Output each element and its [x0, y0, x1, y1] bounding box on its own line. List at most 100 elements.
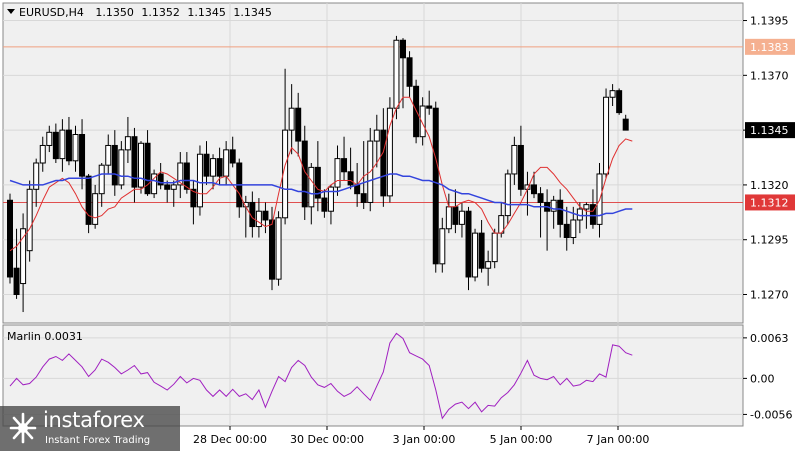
candle-body [288, 107, 295, 131]
candle-body [275, 217, 282, 280]
brand-tagline: Instant Forex Trading [45, 435, 151, 446]
candle [7, 193, 13, 284]
osc-y-tick-label: 0.00 [750, 372, 775, 385]
candle-body [105, 144, 112, 166]
candle [472, 228, 479, 282]
candle-body [223, 149, 230, 177]
candle-body [164, 184, 171, 190]
candle-body [452, 206, 459, 225]
y-tick-label: 1.1320 [750, 179, 789, 192]
candle-body [46, 131, 53, 146]
candle-body [406, 57, 413, 87]
candle-body [511, 144, 518, 175]
x-tick-label: 5 Jan 00:00 [490, 433, 553, 446]
candle-body [98, 164, 105, 195]
x-tick-label: 28 Dec 00:00 [193, 433, 267, 446]
candle-body [308, 166, 315, 208]
candle [432, 101, 439, 273]
svg-text:EURUSD,H4 1.1350 1: EURUSD,H4 1.1350 1.1352 1.1345 1.1345 [19, 6, 272, 19]
candle-body [118, 149, 125, 186]
candle-body [216, 158, 223, 177]
candle [138, 141, 144, 194]
candle-body [72, 134, 79, 162]
candle-body [321, 197, 328, 212]
instaforex-logo-icon [9, 412, 37, 444]
candle-body [439, 228, 446, 265]
candle-body [465, 210, 472, 278]
candle-body [52, 131, 59, 160]
candle-body [432, 107, 439, 265]
candle-body [557, 199, 564, 225]
candle-body [426, 105, 433, 109]
candle-body [124, 136, 131, 151]
candle-body [537, 193, 544, 203]
candle-body [458, 210, 465, 225]
candle-body [13, 267, 20, 296]
candle-body [229, 149, 236, 164]
osc-y-tick-label: -0.0056 [750, 408, 792, 421]
candle-body [203, 153, 210, 177]
candle-body [327, 186, 334, 212]
y-tick-label: 1.1370 [750, 69, 789, 82]
candle-body [622, 118, 629, 131]
candle-body [26, 188, 33, 252]
osc-y-tick-label: 0.0063 [750, 332, 789, 345]
candle-body [491, 232, 498, 263]
candle [386, 97, 393, 203]
symbol-label: EURUSD,H4 [19, 6, 84, 19]
candle-body [295, 107, 302, 142]
candle [603, 88, 610, 179]
candle-body [445, 206, 452, 230]
candle-body [111, 144, 118, 186]
candle-body [393, 39, 400, 109]
candle [275, 211, 282, 286]
candle [26, 180, 33, 262]
candle-body [65, 129, 72, 162]
candle-body [334, 158, 341, 188]
candle-body [79, 134, 86, 177]
open-value: 1.1350 [95, 6, 134, 19]
resistance-price-tag: 1.1383 [750, 41, 789, 54]
y-tick-label: 1.1395 [750, 15, 789, 28]
chart-canvas: 1.1395 1.1370 1.1345 1.1320 1.1295 1.1270 0.00… [2, 2, 795, 446]
candle-body [262, 210, 269, 221]
candle-body [373, 129, 380, 142]
candle-body [380, 129, 387, 197]
candle-body [504, 173, 511, 217]
candle [393, 35, 400, 120]
candle-body [138, 142, 144, 188]
high-value: 1.1352 [141, 6, 180, 19]
candle-body [131, 136, 138, 188]
x-tick-label: 7 Jan 00:00 [587, 433, 650, 446]
candle-body [92, 193, 99, 225]
low-value: 1.1345 [187, 6, 226, 19]
candle-body [400, 39, 406, 59]
candle-body [59, 129, 66, 160]
candle [196, 145, 203, 216]
current-price-tag: 1.1345 [750, 124, 789, 137]
candle-body [609, 90, 616, 98]
candle-body [517, 144, 524, 190]
brand-name: instaforex [43, 408, 145, 432]
candle-body [616, 90, 623, 114]
close-value: 1.1345 [233, 6, 272, 19]
candle-body [531, 184, 537, 195]
candle-body [269, 219, 275, 280]
candle-body [255, 210, 262, 228]
candle-body [563, 223, 570, 239]
candle-body [583, 204, 590, 210]
x-tick-label: 30 Dec 00:00 [290, 433, 364, 446]
candle-body [196, 153, 203, 208]
candle-body [419, 105, 426, 138]
indicator-label: Marlin 0.0031 [7, 330, 83, 343]
candle-body [85, 175, 92, 225]
y-tick-label: 1.1270 [750, 289, 789, 302]
candle-body [7, 199, 13, 278]
candle [85, 173, 92, 234]
x-tick-label: 3 Jan 00:00 [393, 433, 456, 446]
candle-body [210, 158, 217, 177]
instaforex-logo: instaforex Instant Forex Trading [0, 406, 180, 451]
candle-body [603, 96, 610, 175]
candle [616, 88, 623, 115]
candle-body [341, 158, 348, 173]
